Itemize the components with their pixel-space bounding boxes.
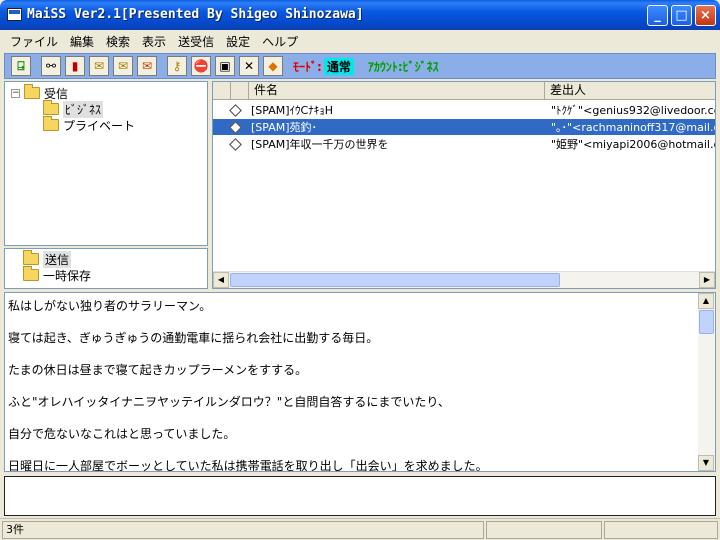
send-mail-icon[interactable]: ✉ (113, 56, 133, 76)
diamond-icon[interactable]: ◆ (263, 56, 283, 76)
message-subject: [SPAM]ｲｳCﾅｷｮH (251, 104, 333, 117)
mode-value[interactable]: 通常 (323, 57, 354, 75)
body-line: 日曜日に一人部屋でボーッとしていた私は携帯電話を取り出し「出会い」を求めました。 (8, 459, 488, 472)
binoculars-icon[interactable]: ⚯ (41, 56, 61, 76)
tree-node-sent[interactable]: 送信 (23, 250, 72, 268)
maximize-button[interactable]: □ (671, 5, 692, 26)
tools-icon[interactable]: ✕ (239, 56, 259, 76)
body-line: ふと"オレハイッタイナニヲヤッテイルンダロウ？"と自問自答するにまでいたり、 (8, 395, 450, 409)
folder-icon (24, 84, 40, 99)
status-count: 3件 (2, 521, 484, 539)
header-subject[interactable]: 件名 (249, 82, 545, 100)
key-icon[interactable]: ⚷ (167, 56, 187, 76)
folder-open-icon (23, 250, 39, 265)
toolbar: ⍈ ⚯ ▮ ✉ ✉ ✉ ⚷ ⛔ ▣ ✕ ◆ ﾓｰﾄﾞ: 通常 ｱｶｳﾝﾄ:ﾋﾞｼ… (4, 53, 716, 79)
app-icon[interactable] (7, 8, 22, 21)
tree-label-private: プライベート (63, 118, 136, 133)
folder-tree: − 受信 ﾋﾞｼﾞﾈｽ プライベート (4, 81, 208, 246)
body-line: 自分で危ないなこれはと思っていました。 (8, 427, 236, 441)
message-from: "ﾄｸｹﾞ"<genius932@livedoor.com> (551, 104, 715, 117)
tree-node-business[interactable]: ﾋﾞｼﾞﾈｽ (43, 100, 104, 118)
message-from: "姫野"<miyapi2006@hotmail.co.jp (551, 138, 715, 151)
menu-edit[interactable]: 編集 (64, 30, 100, 50)
envelope-icon[interactable]: ✉ (137, 56, 157, 76)
vertical-scrollbar[interactable]: ▲ ▼ (698, 293, 715, 471)
close-button[interactable]: × (695, 5, 716, 26)
receive-mail-icon[interactable]: ✉ (89, 56, 109, 76)
tree-node-inbox[interactable]: − 受信 (11, 84, 69, 101)
minimize-button[interactable]: _ (647, 5, 668, 26)
menu-file[interactable]: ファイル (4, 30, 64, 50)
folder-icon (43, 116, 59, 131)
scroll-left-icon[interactable]: ◀ (213, 272, 229, 288)
menu-bar: ファイル 編集 検索 表示 送受信 設定 ヘルプ (0, 30, 720, 50)
header-icon-col[interactable] (213, 82, 231, 100)
window-title: MaiSS Ver2.1[Presented By Shigeo Shinoza… (27, 7, 364, 22)
message-body[interactable]: 私はしがない独り者のサラリーマン。 寝ては起き、ぎゅうぎゅうの通勤電車に揺られ会… (4, 292, 716, 472)
vertical-scroll-thumb[interactable] (699, 310, 714, 334)
folder-icon (23, 266, 39, 281)
menu-search[interactable]: 検索 (100, 30, 136, 50)
input-area[interactable] (4, 476, 716, 516)
menu-view[interactable]: 表示 (136, 30, 172, 50)
collapse-icon[interactable]: − (11, 88, 20, 98)
scroll-right-icon[interactable]: ▶ (699, 272, 715, 288)
spam-icon (229, 120, 242, 134)
stop-icon[interactable]: ⛔ (191, 56, 211, 76)
scroll-down-icon[interactable]: ▼ (698, 455, 714, 471)
folder-tree-secondary: 送信 一時保存 (4, 248, 208, 289)
menu-settings[interactable]: 設定 (220, 30, 256, 50)
body-line: 私はしがない独り者のサラリーマン。 (8, 299, 212, 313)
body-line: 寝ては起き、ぎゅうぎゅうの通勤電車に揺られ会社に出勤する毎日。 (8, 331, 379, 345)
status-cell (604, 521, 718, 539)
message-from: "｡･"<rachmaninoff317@mail.goo. (551, 121, 715, 134)
exit-icon[interactable]: ⍈ (11, 56, 31, 76)
message-list-header: 件名 差出人 (213, 82, 715, 100)
horizontal-scroll-thumb[interactable] (230, 273, 560, 287)
status-cell (486, 521, 602, 539)
tree-label-business: ﾋﾞｼﾞﾈｽ (63, 100, 104, 118)
book-icon[interactable]: ▮ (65, 56, 85, 76)
folder-open-icon (43, 100, 59, 115)
horizontal-scrollbar[interactable]: ◀ ▶ (213, 271, 715, 288)
header-flag-col[interactable] (231, 82, 249, 100)
tree-node-drafts[interactable]: 一時保存 (23, 266, 92, 283)
title-bar: MaiSS Ver2.1[Presented By Shigeo Shinoza… (0, 0, 720, 30)
tree-label-sent: 送信 (43, 250, 72, 268)
message-list: 件名 差出人 [SPAM]ｲｳCﾅｷｮH "ﾄｸｹﾞ"<genius932@li… (212, 81, 716, 289)
message-row[interactable]: [SPAM]ｲｳCﾅｷｮH "ﾄｸｹﾞ"<genius932@livedoor.… (213, 102, 715, 118)
scroll-up-icon[interactable]: ▲ (698, 293, 714, 309)
body-line: たまの休日は昼まで寝て起きカップラーメンをすする。 (8, 363, 308, 377)
menu-help[interactable]: ヘルプ (256, 30, 304, 50)
mode-label: ﾓｰﾄﾞ: (293, 59, 322, 74)
message-subject: [SPAM]苑釣･ (251, 121, 318, 134)
spam-icon (229, 103, 242, 117)
trash-icon[interactable]: ▣ (215, 56, 235, 76)
tree-label-drafts: 一時保存 (43, 268, 92, 283)
spam-icon (229, 137, 242, 151)
message-subject: [SPAM]年収一千万の世界を (251, 138, 389, 151)
tree-label-inbox: 受信 (44, 86, 69, 101)
message-row-selected[interactable]: [SPAM]苑釣･ "｡･"<rachmaninoff317@mail.goo. (213, 119, 715, 135)
message-row[interactable]: [SPAM]年収一千万の世界を "姫野"<miyapi2006@hotmail.… (213, 136, 715, 152)
account-label[interactable]: ｱｶｳﾝﾄ:ﾋﾞｼﾞﾈｽ (368, 58, 439, 75)
status-bar: 3件 (0, 518, 720, 540)
menu-send-receive[interactable]: 送受信 (172, 30, 220, 50)
header-from[interactable]: 差出人 (545, 82, 715, 100)
tree-node-private[interactable]: プライベート (43, 116, 136, 133)
